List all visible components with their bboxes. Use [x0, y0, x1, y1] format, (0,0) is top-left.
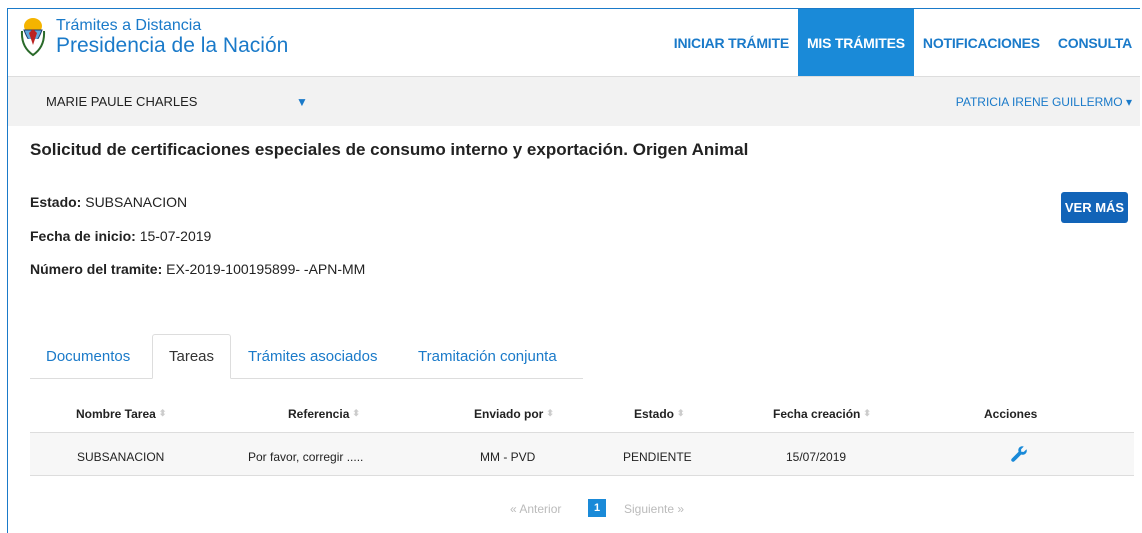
- sort-icon[interactable]: ⬍: [352, 408, 360, 418]
- nav-consulta[interactable]: CONSULTA: [1049, 9, 1140, 76]
- sort-icon[interactable]: ⬍: [159, 408, 167, 418]
- numero-label: Número del tramite:: [30, 261, 163, 277]
- fecha-label: Fecha de inicio:: [30, 228, 136, 244]
- col-nombre-tarea-label: Nombre Tarea: [76, 407, 156, 421]
- wrench-icon[interactable]: [1010, 445, 1028, 463]
- col-enviado-por-label: Enviado por: [474, 407, 544, 421]
- col-estado-label: Estado: [634, 407, 675, 421]
- brand[interactable]: Trámites a Distancia Presidencia de la N…: [20, 17, 288, 57]
- tab-tramites-asociados[interactable]: Trámites asociados: [232, 334, 394, 378]
- tab-bar: Documentos Tareas Trámites asociados Tra…: [30, 334, 583, 379]
- fecha-value: 15-07-2019: [135, 228, 212, 244]
- col-referencia[interactable]: Referencia ⬍: [288, 407, 360, 421]
- cell-estado: PENDIENTE: [623, 450, 692, 464]
- col-estado[interactable]: Estado ⬍: [634, 407, 685, 421]
- sort-icon[interactable]: ⬍: [863, 408, 871, 418]
- col-fecha-creacion-label: Fecha creación: [773, 407, 861, 421]
- app-frame: Trámites a Distancia Presidencia de la N…: [7, 8, 1140, 533]
- cell-referencia: Por favor, corregir .....: [248, 450, 364, 464]
- pagination-prev[interactable]: « Anterior: [510, 502, 561, 516]
- cell-nombre-tarea: SUBSANACION: [77, 450, 165, 464]
- top-header: Trámites a Distancia Presidencia de la N…: [8, 9, 1140, 77]
- represented-person-select[interactable]: MARIE PAULE CHARLES: [46, 94, 197, 109]
- main-nav: INICIAR TRÁMITE MIS TRÁMITES NOTIFICACIO…: [665, 9, 1140, 76]
- cell-enviado-por: MM - PVD: [480, 450, 536, 464]
- nav-iniciar-tramite[interactable]: INICIAR TRÁMITE: [665, 9, 798, 76]
- col-fecha-creacion[interactable]: Fecha creación ⬍: [773, 407, 871, 421]
- nav-notificaciones[interactable]: NOTIFICACIONES: [914, 9, 1049, 76]
- cell-fecha-creacion: 15/07/2019: [786, 450, 847, 464]
- col-enviado-por[interactable]: Enviado por ⬍: [474, 407, 554, 421]
- col-acciones: Acciones: [984, 407, 1038, 421]
- ver-mas-button[interactable]: VER MÁS: [1061, 192, 1128, 223]
- col-nombre-tarea[interactable]: Nombre Tarea ⬍: [76, 407, 166, 421]
- tab-tramitacion-conjunta[interactable]: Tramitación conjunta: [402, 334, 573, 378]
- table-row: [30, 432, 1134, 476]
- fecha-line: Fecha de inicio: 15-07-2019: [30, 228, 211, 244]
- estado-value: SUBSANACION: [81, 194, 188, 210]
- estado-label: Estado:: [30, 194, 82, 210]
- national-seal-icon: [20, 18, 46, 57]
- tab-documentos[interactable]: Documentos: [30, 334, 146, 378]
- sort-icon[interactable]: ⬍: [677, 408, 685, 418]
- pagination-next[interactable]: Siguiente »: [624, 502, 684, 516]
- numero-value: EX-2019-100195899- -APN-MM: [162, 261, 366, 277]
- numero-line: Número del tramite: EX-2019-100195899- -…: [30, 261, 365, 277]
- sort-icon[interactable]: ⬍: [546, 408, 554, 418]
- user-bar: MARIE PAULE CHARLES ▼ PATRICIA IRENE GUI…: [8, 77, 1140, 126]
- chevron-down-icon[interactable]: ▼: [296, 95, 308, 109]
- nav-mis-tramites[interactable]: MIS TRÁMITES: [797, 9, 914, 76]
- brand-subtitle: Trámites a Distancia: [56, 17, 202, 34]
- col-referencia-label: Referencia: [288, 407, 350, 421]
- estado-line: Estado: SUBSANACION: [30, 194, 187, 210]
- user-menu[interactable]: PATRICIA IRENE GUILLERMO ▾: [956, 95, 1132, 109]
- pagination-page-current[interactable]: 1: [588, 499, 606, 517]
- brand-title: Presidencia de la Nación: [56, 34, 289, 57]
- page-title: Solicitud de certificaciones especiales …: [30, 140, 749, 159]
- tab-tareas[interactable]: Tareas: [152, 334, 232, 379]
